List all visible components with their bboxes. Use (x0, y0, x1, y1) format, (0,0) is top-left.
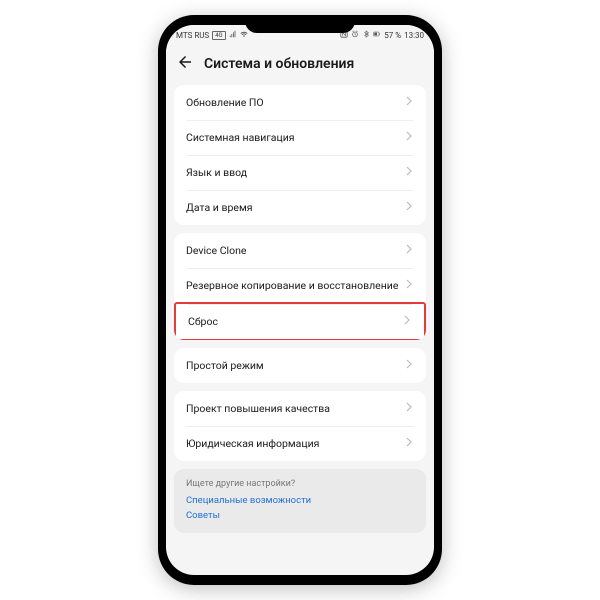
row-reset[interactable]: Сброс (174, 302, 426, 340)
tips-title: Ищете другие настройки? (186, 479, 414, 489)
signal-icon (229, 30, 237, 40)
bluetooth-icon (362, 30, 370, 40)
chevron-right-icon (404, 279, 414, 292)
status-bar: MTS RUS 4G 57 % 13:30 (166, 25, 434, 45)
row-label: Системная навигация (186, 131, 295, 144)
row-label: Язык и ввод (186, 166, 247, 179)
row-label: Сброс (188, 315, 218, 328)
battery-percent: 57 % (384, 31, 401, 40)
nfc-icon (340, 30, 348, 40)
tips-link-tips[interactable]: Советы (186, 510, 414, 521)
row-language-input[interactable]: Язык и ввод (174, 155, 426, 190)
screen: MTS RUS 4G 57 % 13:30 Система и обновлен… (166, 25, 434, 575)
carrier-label: MTS RUS (176, 31, 209, 40)
chevron-right-icon (404, 131, 414, 144)
row-backup-restore[interactable]: Резервное копирование и восстановление (174, 268, 426, 303)
row-label: Простой режим (186, 359, 264, 372)
settings-group: Проект повышения качества Юридическая ин… (174, 391, 426, 461)
row-label: Device Clone (186, 244, 246, 257)
phone-frame: MTS RUS 4G 57 % 13:30 Система и обновлен… (158, 15, 442, 585)
chevron-right-icon (404, 437, 414, 450)
chevron-right-icon (404, 359, 414, 372)
row-label: Проект повышения качества (186, 402, 330, 415)
row-system-navigation[interactable]: Системная навигация (174, 120, 426, 155)
back-button[interactable] (176, 53, 194, 75)
row-date-time[interactable]: Дата и время (174, 190, 426, 225)
tips-box: Ищете другие настройки? Специальные возм… (174, 469, 426, 533)
row-device-clone[interactable]: Device Clone (174, 233, 426, 268)
chevron-right-icon (404, 244, 414, 257)
row-legal-info[interactable]: Юридическая информация (174, 426, 426, 461)
header: Система и обновления (166, 45, 434, 85)
settings-group: Device Clone Резервное копирование и вос… (174, 233, 426, 340)
row-software-update[interactable]: Обновление ПО (174, 85, 426, 120)
battery-icon (373, 30, 381, 40)
row-label: Резервное копирование и восстановление (186, 279, 398, 292)
chevron-right-icon (404, 201, 414, 214)
row-label: Обновление ПО (186, 96, 264, 109)
chevron-right-icon (404, 166, 414, 179)
tips-link-accessibility[interactable]: Специальные возможности (186, 495, 414, 506)
row-label: Дата и время (186, 201, 253, 214)
wifi-icon (240, 30, 248, 40)
chevron-right-icon (404, 402, 414, 415)
row-label: Юридическая информация (186, 437, 319, 450)
clock-time: 13:30 (404, 31, 424, 40)
row-simple-mode[interactable]: Простой режим (174, 348, 426, 383)
alarm-icon (351, 30, 359, 40)
chevron-right-icon (404, 96, 414, 109)
settings-list[interactable]: Обновление ПО Системная навигация Язык и… (166, 85, 434, 575)
chevron-right-icon (402, 315, 412, 328)
row-quality-project[interactable]: Проект повышения качества (174, 391, 426, 426)
settings-group: Обновление ПО Системная навигация Язык и… (174, 85, 426, 225)
network-badge: 4G (212, 31, 225, 40)
page-title: Система и обновления (204, 56, 354, 72)
settings-group: Простой режим (174, 348, 426, 383)
